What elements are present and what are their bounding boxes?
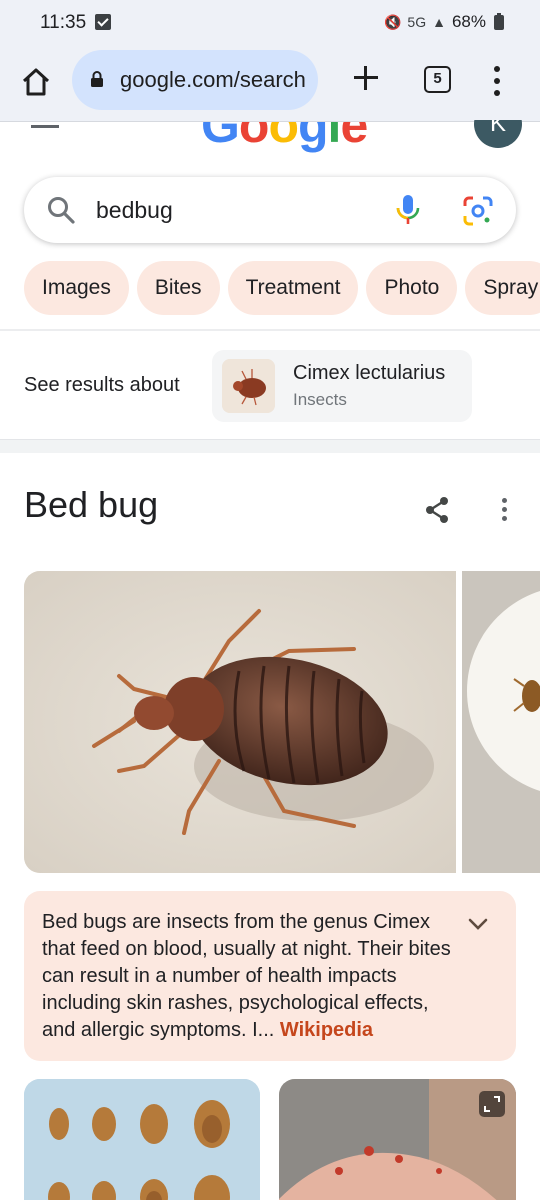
new-tab-button[interactable] (350, 62, 382, 94)
search-icon (48, 197, 75, 224)
chip-photo[interactable]: Photo (366, 261, 458, 315)
description-text: Bed bugs are insects from the genus Cime… (42, 909, 462, 1044)
more-vert-icon (494, 66, 500, 72)
search-box[interactable]: bedbug (24, 177, 516, 243)
browser-toolbar: google.com/search 5 (0, 46, 540, 122)
browser-menu-button[interactable] (490, 66, 504, 96)
wikipedia-link[interactable]: Wikipedia (280, 1019, 373, 1041)
page: 11:35 🔇 5G ▲ 68% google.com/search 5 Goo… (0, 0, 540, 1200)
status-indicators: 🔇 5G ▲ 68% (384, 12, 504, 32)
more-options-icon[interactable] (498, 498, 512, 522)
bed-bug-stages-image[interactable] (24, 1079, 260, 1200)
chip-images[interactable]: Images (24, 261, 129, 315)
bed-bug-image[interactable] (24, 571, 456, 873)
see-results-label: See results about (24, 374, 180, 396)
entity-title: Cimex lectularius (293, 362, 446, 384)
knowledge-panel-title: Bed bug (24, 484, 159, 525)
search-input[interactable]: bedbug (96, 197, 173, 224)
chip-spray[interactable]: Spray (465, 261, 540, 315)
url-bar[interactable]: google.com/search (72, 50, 318, 110)
tab-switcher-button[interactable]: 5 (424, 66, 451, 93)
home-icon (22, 68, 50, 96)
status-bar: 11:35 🔇 5G ▲ 68% (0, 0, 540, 46)
description-body: Bed bugs are insects from the genus Cime… (42, 911, 451, 1041)
share-icon[interactable] (424, 496, 450, 524)
lens-icon[interactable] (462, 195, 494, 227)
menu-icon[interactable] (31, 125, 59, 137)
home-button[interactable] (18, 64, 54, 100)
entity-thumbnail (222, 359, 275, 413)
signal-icon: ▲ (432, 14, 446, 30)
notification-check-icon (95, 14, 111, 30)
entity-card[interactable]: Cimex lectularius Insects (212, 350, 472, 422)
chip-bites[interactable]: Bites (136, 261, 220, 315)
lock-icon (91, 71, 103, 87)
network-type: 5G (407, 14, 427, 30)
battery-icon (494, 12, 504, 30)
entity-subtitle: Insects (293, 390, 347, 409)
chip-treatment[interactable]: Treatment (227, 261, 359, 315)
chevron-down-icon[interactable] (468, 917, 488, 931)
section-divider (0, 439, 540, 453)
bed-bug-bites-image[interactable] (279, 1079, 516, 1200)
bed-bug-image-secondary[interactable] (462, 571, 540, 873)
url-text: google.com/search (120, 67, 306, 92)
battery-percent: 68% (451, 12, 486, 31)
mute-icon: 🔇 (383, 13, 402, 30)
filter-chips: Images Bites Treatment Photo Spray (24, 261, 540, 315)
divider (0, 329, 540, 331)
status-time: 11:35 (40, 12, 87, 33)
description-card[interactable]: Bed bugs are insects from the genus Cime… (24, 891, 516, 1061)
expand-icon[interactable] (479, 1091, 505, 1117)
mic-icon[interactable] (394, 193, 422, 227)
